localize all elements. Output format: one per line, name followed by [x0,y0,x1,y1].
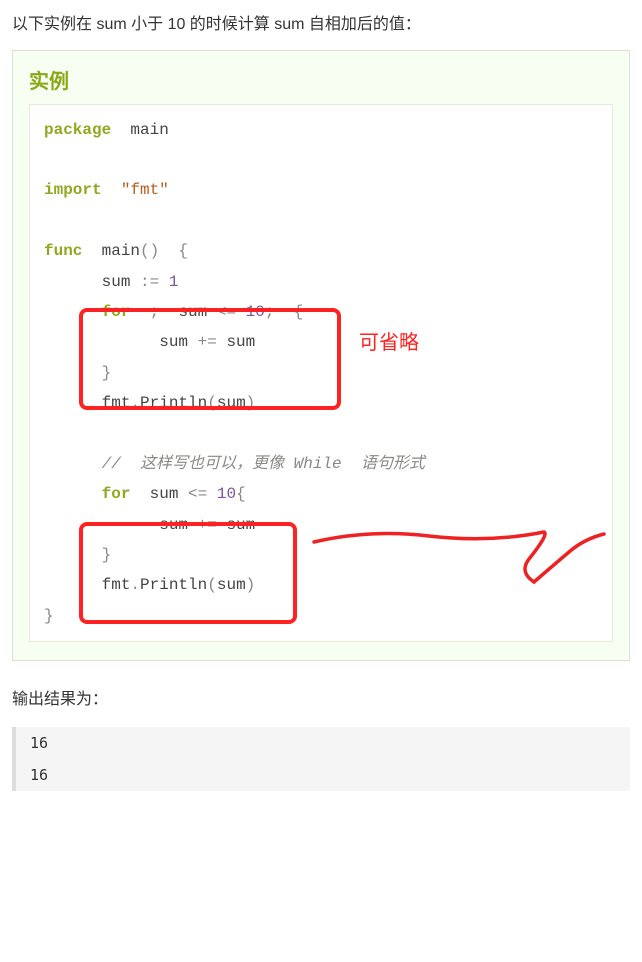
intro-text: 以下实例在 sum 小于 10 的时候计算 sum 自相加后的值： [12,12,630,38]
output-line: 16 [16,727,630,759]
output-label: 输出结果为： [12,685,630,709]
example-container: 实例 package main import "fmt" func main()… [12,50,630,662]
output-block: 16 16 [12,727,630,791]
code-block: package main import "fmt" func main() { … [29,104,613,643]
example-title: 实例 [29,65,613,94]
annotation-label-1: 可省略 [359,326,419,355]
output-line: 16 [16,759,630,791]
code-wrapper: package main import "fmt" func main() { … [29,104,613,643]
